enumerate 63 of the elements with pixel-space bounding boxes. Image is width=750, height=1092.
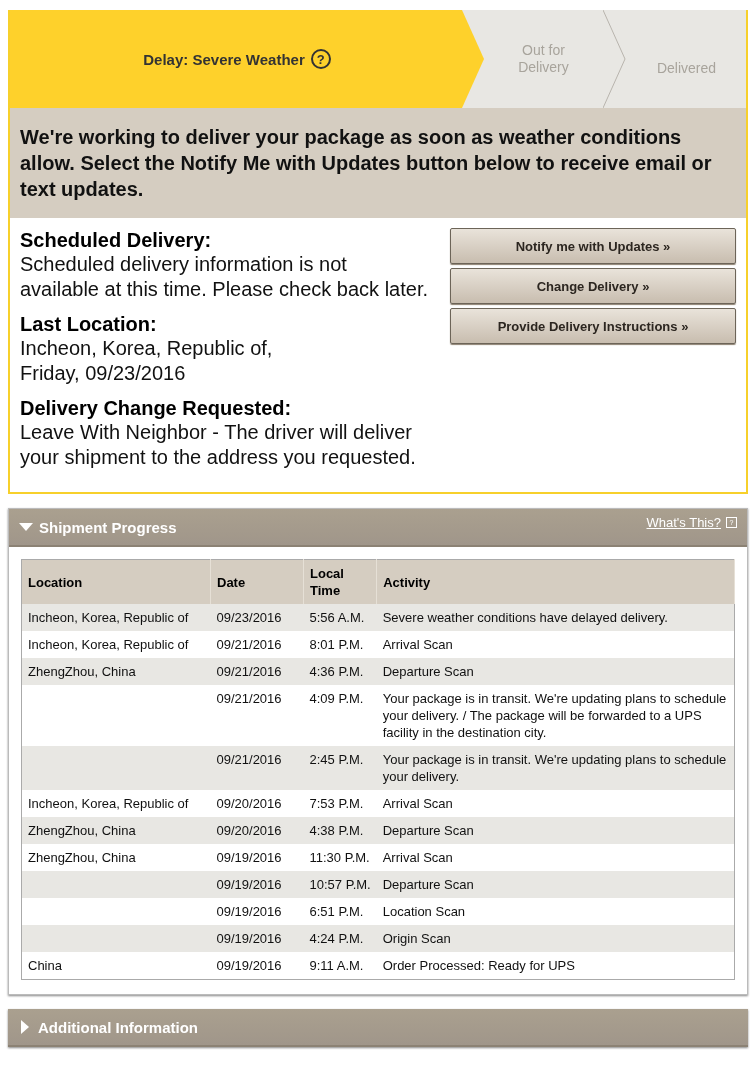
table-cell: 09/19/2016 <box>216 958 282 973</box>
table-cell: ZhengZhou, China <box>28 850 136 865</box>
action-button[interactable]: Notify me with Updates » <box>450 228 736 264</box>
table-cell: Departure Scan <box>382 823 474 838</box>
table-cell: ZhengZhou, China <box>28 664 136 679</box>
section-title: Shipment Progress <box>39 518 177 536</box>
table-cell: China <box>28 958 62 973</box>
table-cell: Location Scan <box>382 904 466 919</box>
table-cell: Origin Scan <box>382 931 451 946</box>
table-cell: Your package is in transit. We're updating plans to schedule your delivery. <box>382 752 727 784</box>
table-cell: 2:45 P.M. <box>309 752 364 767</box>
table-cell: 09/19/2016 <box>216 850 282 865</box>
progress-step: Delay: Severe Weather ? <box>10 10 484 108</box>
detail-text: Scheduled delivery information is not available at this time. Please check back later. <box>20 252 429 302</box>
table-cell: 09/19/2016 <box>216 904 282 919</box>
section-title: Additional Information <box>38 1018 198 1036</box>
table-cell: Your package is in transit. We're updating plans to schedule your delivery. / The package will be forwarded to a UPS facility in the destination city. <box>382 691 727 740</box>
section-heading: Last Location: <box>20 312 158 336</box>
table-cell: Incheon, Korea, Republic of <box>28 796 189 811</box>
table-cell: 4:24 P.M. <box>309 931 364 946</box>
section-heading: Delivery Change Requested: <box>20 396 293 420</box>
column-header: Location <box>21 559 211 604</box>
table-cell: 09/20/2016 <box>216 796 282 811</box>
progress-step: Out for Delivery <box>484 10 603 108</box>
table-cell: 09/21/2016 <box>216 752 282 767</box>
table-cell: Order Processed: Ready for UPS <box>382 958 575 973</box>
table-cell: 4:38 P.M. <box>309 823 364 838</box>
table-cell: 09/23/2016 <box>216 610 282 625</box>
table-cell: 7:53 P.M. <box>309 796 364 811</box>
column-header: Activity <box>376 559 735 604</box>
table-cell: Incheon, Korea, Republic of <box>28 610 189 625</box>
progress-step: Delivered <box>627 10 746 108</box>
table-cell: 09/20/2016 <box>216 823 282 838</box>
table-cell: Departure Scan <box>382 877 474 892</box>
section-heading: Scheduled Delivery: <box>20 228 213 252</box>
table-cell: 5:56 A.M. <box>309 610 365 625</box>
status-message: We're working to deliver your package as soon as weather conditions allow. Select the Notify Me with Updates button below to receive email or text updates. <box>10 108 746 218</box>
table-cell: Departure Scan <box>382 664 474 679</box>
table-cell: 4:09 P.M. <box>309 691 364 706</box>
table-cell: 9:11 A.M. <box>309 958 364 973</box>
table-cell: ZhengZhou, China <box>28 823 136 838</box>
table-cell: 10:57 P.M. <box>309 877 371 892</box>
table-cell: Severe weather conditions have delayed delivery. <box>382 610 668 625</box>
table-cell: 4:36 P.M. <box>309 664 364 679</box>
table-cell: 11:30 P.M. <box>309 850 370 865</box>
help-icon[interactable]: ? <box>310 49 331 69</box>
table-cell: Arrival Scan <box>382 796 453 811</box>
table-cell: 09/19/2016 <box>216 877 282 892</box>
detail-text: Incheon, Korea, Republic of, Friday, 09/23/2016 <box>20 336 274 386</box>
table-cell: 09/21/2016 <box>216 691 282 706</box>
table-cell: Incheon, Korea, Republic of <box>28 637 189 652</box>
table-cell: 09/19/2016 <box>216 931 282 946</box>
table-cell: 09/21/2016 <box>216 664 282 679</box>
table-cell: 09/21/2016 <box>216 637 282 652</box>
table-cell: Arrival Scan <box>382 637 453 652</box>
detail-text: Leave With Neighbor - The driver will deliver your shipment to the address you requested. <box>20 420 417 470</box>
table-cell: 6:51 P.M. <box>309 904 364 919</box>
table-cell: Arrival Scan <box>382 850 453 865</box>
action-button[interactable]: Change Delivery » <box>450 268 736 304</box>
column-header: Local Time <box>303 559 377 604</box>
table-cell: 8:01 P.M. <box>309 637 364 652</box>
column-header: Date <box>210 559 304 604</box>
action-button[interactable]: Provide Delivery Instructions » <box>450 308 736 344</box>
